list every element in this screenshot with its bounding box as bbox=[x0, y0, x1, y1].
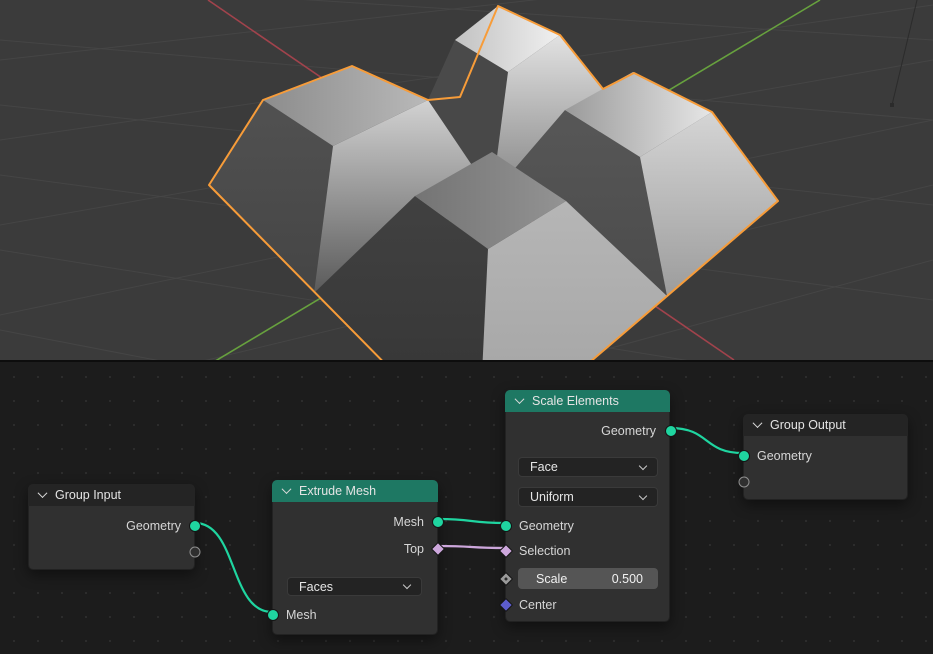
input-label-mesh: Mesh bbox=[286, 607, 317, 623]
node-extrude-mesh[interactable]: Extrude Mesh Mesh Top Faces Mesh bbox=[272, 480, 438, 635]
node-title: Group Input bbox=[55, 488, 121, 502]
node-title: Scale Elements bbox=[532, 394, 619, 408]
socket-virtual-output[interactable] bbox=[190, 547, 201, 558]
socket-center-input[interactable] bbox=[499, 598, 513, 612]
node-editor[interactable]: Group Input Geometry Extrude Mesh Mesh T… bbox=[0, 360, 933, 654]
socket-virtual-input[interactable] bbox=[739, 477, 750, 488]
scale-mode-dropdown[interactable]: Uniform bbox=[518, 487, 658, 507]
socket-geometry-output[interactable] bbox=[189, 520, 201, 532]
scale-value: 0.500 bbox=[612, 572, 643, 586]
node-header[interactable]: Scale Elements bbox=[505, 390, 670, 412]
socket-top-output[interactable] bbox=[431, 542, 445, 556]
input-label-center: Center bbox=[519, 597, 557, 613]
chevron-down-icon bbox=[639, 491, 647, 499]
mode-dropdown-value: Faces bbox=[299, 580, 333, 594]
socket-mesh-output[interactable] bbox=[432, 516, 444, 528]
socket-geometry-output[interactable] bbox=[665, 425, 677, 437]
3d-viewport[interactable] bbox=[0, 0, 933, 360]
output-label-top: Top bbox=[404, 541, 424, 557]
socket-selection-input[interactable] bbox=[499, 544, 513, 558]
collapse-chevron-icon[interactable] bbox=[515, 394, 525, 404]
node-scale-elements[interactable]: Scale Elements Geometry Face Uniform Geo… bbox=[505, 390, 670, 622]
chevron-down-icon bbox=[639, 461, 647, 469]
domain-dropdown[interactable]: Face bbox=[518, 457, 658, 477]
chevron-down-icon bbox=[403, 581, 411, 589]
collapse-chevron-icon[interactable] bbox=[753, 418, 763, 428]
node-link[interactable] bbox=[195, 523, 272, 612]
node-link[interactable] bbox=[670, 428, 743, 453]
output-label-geometry: Geometry bbox=[601, 423, 656, 439]
node-group-output[interactable]: Group Output Geometry bbox=[743, 414, 908, 500]
node-header[interactable]: Group Output bbox=[743, 414, 908, 436]
empty-object-marker bbox=[890, 103, 894, 107]
node-link[interactable] bbox=[438, 519, 505, 523]
collapse-chevron-icon[interactable] bbox=[38, 488, 48, 498]
socket-scale-input[interactable] bbox=[499, 572, 513, 586]
socket-geometry-input[interactable] bbox=[738, 450, 750, 462]
domain-dropdown-value: Face bbox=[530, 460, 558, 474]
mode-dropdown[interactable]: Faces bbox=[287, 577, 422, 596]
socket-mesh-input[interactable] bbox=[267, 609, 279, 621]
output-label-mesh: Mesh bbox=[393, 514, 424, 530]
node-title: Extrude Mesh bbox=[299, 484, 376, 498]
node-header[interactable]: Group Input bbox=[28, 484, 195, 506]
node-group-input[interactable]: Group Input Geometry bbox=[28, 484, 195, 570]
scale-mode-dropdown-value: Uniform bbox=[530, 490, 574, 504]
output-label-geometry: Geometry bbox=[126, 518, 181, 534]
input-label-geometry: Geometry bbox=[519, 518, 574, 534]
input-label-selection: Selection bbox=[519, 543, 570, 559]
scale-label: Scale bbox=[536, 572, 567, 586]
scale-value-slider[interactable]: Scale 0.500 bbox=[518, 568, 658, 589]
socket-geometry-input[interactable] bbox=[500, 520, 512, 532]
field-socket-dot bbox=[504, 577, 508, 581]
collapse-chevron-icon[interactable] bbox=[282, 484, 292, 494]
node-title: Group Output bbox=[770, 418, 846, 432]
blender-window: Group Input Geometry Extrude Mesh Mesh T… bbox=[0, 0, 933, 654]
node-header[interactable]: Extrude Mesh bbox=[272, 480, 438, 502]
node-link[interactable] bbox=[438, 546, 505, 548]
input-label-geometry: Geometry bbox=[757, 448, 812, 464]
